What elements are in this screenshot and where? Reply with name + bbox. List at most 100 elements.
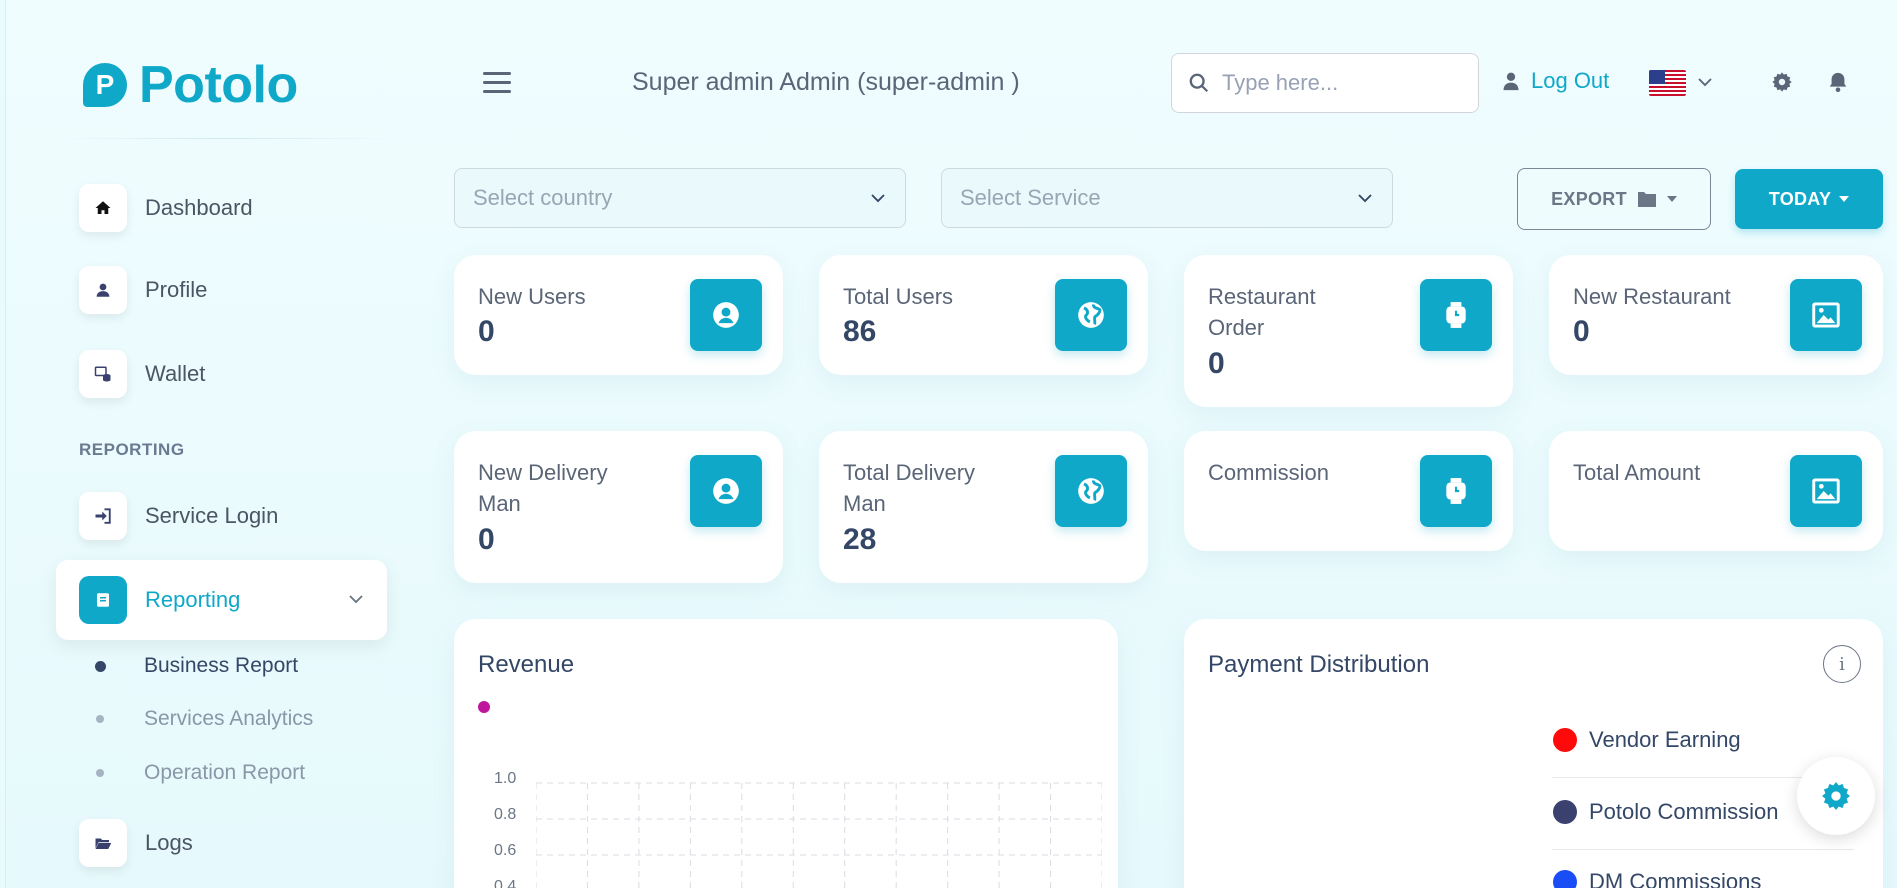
stat-title: Total Amount — [1573, 460, 1701, 485]
legend-dot — [1553, 728, 1577, 752]
legend-item-vendor-earning: Vendor Earning — [1553, 727, 1853, 753]
stat-value: 0 — [1208, 347, 1225, 380]
sub-item-business-report[interactable]: Business Report — [95, 654, 299, 678]
sidebar: P Potolo Dashboard Profile Wallet REPORT… — [6, 0, 406, 888]
page-title: Super admin Admin (super-admin ) — [632, 68, 1020, 96]
sub-item-label: Operation Report — [144, 761, 306, 784]
export-label: EXPORT — [1551, 188, 1627, 209]
y-tick-label: 1.0 — [494, 770, 517, 787]
folder-icon — [79, 819, 127, 867]
service-select[interactable]: Select Service — [941, 168, 1393, 228]
legend-dot — [1553, 870, 1577, 888]
caret-down-icon — [1666, 196, 1677, 202]
legend-item-dm-commissions: DM Commissions — [1553, 869, 1853, 888]
app-frame: P Potolo Dashboard Profile Wallet REPORT… — [5, 0, 1897, 888]
image-icon — [1790, 455, 1862, 527]
sidebar-item-profile[interactable]: Profile — [79, 266, 379, 314]
brand-name: Potolo — [139, 56, 298, 114]
bell-icon[interactable] — [1827, 70, 1849, 94]
brand-logo-icon: P — [83, 63, 127, 107]
sidebar-item-dashboard[interactable]: Dashboard — [79, 184, 379, 232]
user-circle-icon — [690, 455, 762, 527]
stat-title: New Users — [478, 284, 586, 309]
sidebar-item-label: Profile — [145, 277, 208, 302]
stat-value: 0 — [1573, 315, 1590, 348]
revenue-chart-grid — [536, 782, 1102, 888]
stat-value: 0 — [478, 315, 495, 348]
y-tick-label: 0.6 — [494, 842, 517, 859]
stat-card-total-delivery-man: Total Delivery Man 28 — [819, 431, 1148, 583]
chevron-down-icon — [871, 194, 885, 203]
sub-item-label: Business Report — [144, 654, 299, 677]
logout-link[interactable]: Log Out — [1501, 68, 1609, 94]
stat-card-new-delivery-man: New Delivery Man 0 — [454, 431, 783, 583]
sidebar-item-label: Logs — [145, 830, 193, 855]
settings-fab-button[interactable] — [1797, 757, 1875, 835]
gear-icon[interactable] — [1771, 71, 1793, 93]
stat-card-total-amount: Total Amount — [1549, 431, 1883, 551]
export-button[interactable]: EXPORT — [1517, 168, 1711, 230]
user-circle-icon — [690, 279, 762, 351]
stat-card-commission: Commission — [1184, 431, 1513, 551]
series-legend-dot — [478, 701, 490, 713]
sub-item-operation-report[interactable]: Operation Report — [96, 761, 305, 785]
stat-title: New Restaurant — [1573, 284, 1731, 309]
country-select[interactable]: Select country — [454, 168, 906, 228]
section-title-reporting: REPORTING — [79, 440, 185, 459]
revenue-title: Revenue — [478, 651, 575, 678]
legend-label: Vendor Earning — [1589, 727, 1741, 752]
user-icon — [79, 266, 127, 314]
sidebar-item-label: Reporting — [145, 587, 241, 612]
globe-icon — [1055, 455, 1127, 527]
brand[interactable]: P Potolo — [83, 55, 298, 115]
report-icon — [79, 576, 127, 624]
caret-down-icon — [1839, 196, 1850, 202]
sidebar-item-reporting[interactable]: Reporting — [56, 560, 387, 640]
search-box[interactable] — [1171, 53, 1479, 113]
today-button[interactable]: TODAY — [1735, 169, 1883, 229]
legend-divider — [1552, 849, 1854, 850]
user-icon — [1503, 72, 1519, 91]
sidebar-item-label: Service Login — [145, 503, 279, 528]
menu-toggle-icon[interactable] — [483, 72, 511, 94]
service-select-label: Select Service — [960, 185, 1101, 210]
legend-label: DM Commissions — [1589, 869, 1762, 888]
stat-title: New Delivery Man — [478, 460, 608, 516]
chevron-down-icon[interactable] — [347, 590, 365, 608]
stat-title: Total Delivery Man — [843, 460, 976, 516]
stat-value: 28 — [843, 523, 877, 556]
stat-card-new-users: New Users 0 — [454, 255, 783, 375]
chevron-down-icon[interactable] — [1696, 73, 1714, 91]
sub-item-services-analytics[interactable]: Services Analytics — [96, 707, 313, 731]
bullet-icon — [95, 660, 106, 672]
search-input[interactable] — [1222, 70, 1462, 96]
sidebar-item-label: Wallet — [145, 361, 206, 386]
sidebar-item-service-login[interactable]: Service Login — [79, 492, 379, 540]
sidebar-item-logs[interactable]: Logs — [79, 819, 379, 867]
payment-distribution-panel: Payment Distribution i Vendor Earning Po… — [1184, 619, 1883, 888]
legend-label: Potolo Commission — [1589, 799, 1779, 824]
stat-title: Commission — [1208, 460, 1330, 485]
today-label: TODAY — [1768, 188, 1832, 209]
watch-icon — [1420, 279, 1492, 351]
brand-divider — [51, 138, 401, 139]
us-flag-icon[interactable] — [1649, 70, 1686, 96]
legend-dot — [1553, 800, 1577, 824]
revenue-panel: Revenue 1.0 0.8 0.6 0.4 — [454, 619, 1118, 888]
stat-card-new-restaurant: New Restaurant 0 — [1549, 255, 1883, 375]
sidebar-item-label: Dashboard — [145, 195, 253, 220]
home-icon — [79, 184, 127, 232]
payment-distribution-title: Payment Distribution — [1208, 651, 1430, 678]
gear-icon — [1822, 782, 1850, 810]
stat-value: 86 — [843, 315, 877, 348]
wallet-icon — [79, 350, 127, 398]
sidebar-item-wallet[interactable]: Wallet — [79, 350, 379, 398]
stat-title: Total Users — [843, 284, 954, 309]
country-select-label: Select country — [473, 185, 613, 210]
stat-card-total-users: Total Users 86 — [819, 255, 1148, 375]
image-icon — [1790, 279, 1862, 351]
info-icon[interactable]: i — [1823, 645, 1861, 683]
chevron-down-icon — [1358, 194, 1372, 203]
y-tick-label: 0.4 — [494, 878, 517, 888]
stat-title: Restaurant Order — [1208, 284, 1316, 340]
